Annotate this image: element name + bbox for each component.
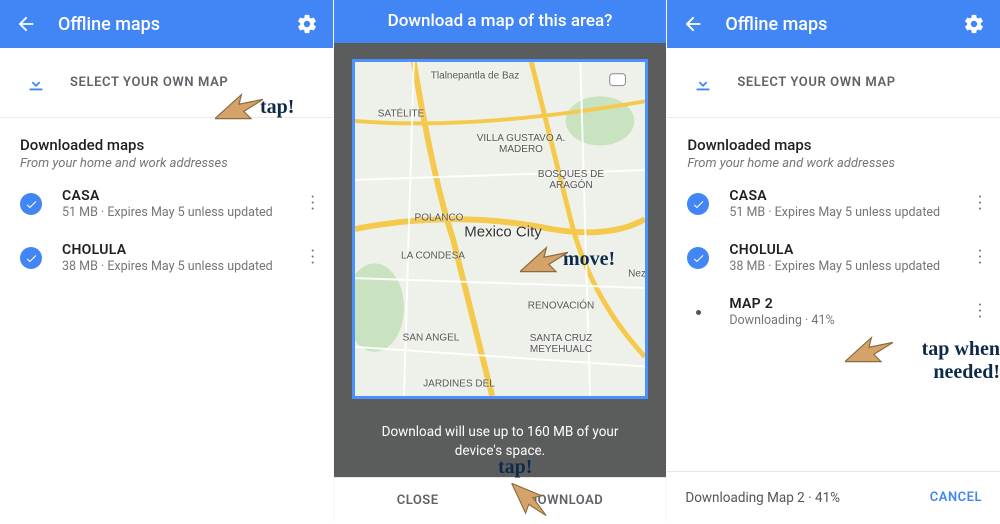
list-item[interactable]: CASA 51 MB · Expires May 5 unless update…: [0, 177, 333, 231]
map-name: CASA: [62, 188, 301, 204]
select-own-map-button[interactable]: SELECT YOUR OWN MAP: [0, 48, 333, 118]
map-meta: 38 MB · Expires May 5 unless updated: [729, 259, 968, 274]
map-meta: Downloading · 41%: [729, 313, 968, 328]
map-name: CASA: [729, 188, 968, 204]
list-item[interactable]: CHOLULA 38 MB · Expires May 5 unless upd…: [0, 231, 333, 285]
map-place-label: Tlalnepantla de Baz: [431, 70, 519, 81]
section-title: Downloaded maps: [687, 136, 980, 154]
download-icon: [20, 72, 52, 94]
dialog-actions: CLOSE DOWNLOAD: [334, 477, 667, 523]
map-meta: 51 MB · Expires May 5 unless updated: [62, 205, 301, 220]
map-place-label: SAN ANGEL: [403, 332, 460, 343]
select-own-map-label: SELECT YOUR OWN MAP: [737, 75, 895, 90]
overflow-menu-icon[interactable]: ···: [968, 249, 992, 267]
appbar-title: Offline maps: [58, 14, 295, 35]
screen-offline-maps-before: Offline maps SELECT YOUR OWN MAP Downloa…: [0, 0, 334, 523]
map-list: CASA 51 MB · Expires May 5 unless update…: [0, 177, 333, 285]
download-button[interactable]: DOWNLOAD: [529, 493, 604, 508]
map-place-label: POLANCO: [415, 212, 464, 223]
check-icon: [687, 247, 709, 269]
dialog-title: Download a map of this area?: [348, 11, 653, 31]
downloading-icon: [687, 301, 709, 323]
back-icon[interactable]: [681, 12, 705, 36]
select-own-map-label: SELECT YOUR OWN MAP: [70, 75, 228, 90]
map-place-label: JARDINES DEL: [423, 378, 495, 389]
download-status: Downloading Map 2 · 41%: [685, 490, 901, 506]
appbar-title: Offline maps: [725, 14, 962, 35]
map-viewport[interactable]: Tlalnepantla de Baz SATÉLITE VILLA GUSTAVO…: [352, 59, 648, 399]
downloaded-maps-section: Downloaded maps From your home and work …: [0, 118, 333, 177]
map-meta: 38 MB · Expires May 5 unless updated: [62, 259, 301, 274]
settings-icon[interactable]: [962, 12, 986, 36]
list-item[interactable]: CHOLULA 38 MB · Expires May 5 unless upd…: [667, 231, 1000, 285]
list-item[interactable]: MAP 2 Downloading · 41% ···: [667, 285, 1000, 339]
check-icon: [687, 193, 709, 215]
dialog-body: Tlalnepantla de Baz SATÉLITE VILLA GUSTAVO…: [334, 43, 667, 477]
map-name: CHOLULA: [729, 242, 968, 258]
back-icon[interactable]: [14, 12, 38, 36]
section-subtitle: From your home and work addresses: [687, 156, 980, 171]
overflow-menu-icon[interactable]: ···: [968, 195, 992, 213]
map-place-label: SATÉLITE: [378, 108, 425, 119]
storage-note: Download will use up to 160 MB of your d…: [350, 423, 651, 461]
downloaded-maps-section: Downloaded maps From your home and work …: [667, 118, 1000, 177]
overflow-menu-icon[interactable]: ···: [968, 303, 992, 321]
map-place-label: LA CONDESA: [401, 250, 465, 261]
map-city-label: Mexico City: [464, 223, 542, 240]
check-icon: [20, 247, 42, 269]
appbar: Offline maps: [0, 0, 333, 48]
map-name: CHOLULA: [62, 242, 301, 258]
appbar: Download a map of this area?: [334, 0, 667, 43]
map-name: MAP 2: [729, 296, 968, 312]
check-icon: [20, 193, 42, 215]
download-icon: [687, 72, 719, 94]
map-meta: 51 MB · Expires May 5 unless updated: [729, 205, 968, 220]
screen-offline-maps-downloading: Offline maps SELECT YOUR OWN MAP Downloa…: [667, 0, 1000, 523]
section-title: Downloaded maps: [20, 136, 313, 154]
overflow-menu-icon[interactable]: ···: [301, 195, 325, 213]
map-list: CASA 51 MB · Expires May 5 unless update…: [667, 177, 1000, 339]
map-place-label: SANTA CRUZ MEYEHUALC: [516, 333, 606, 355]
map-place-label: BOSQUES DE ARAGÓN: [531, 169, 611, 191]
map-place-label: Nez: [628, 268, 646, 279]
list-item[interactable]: CASA 51 MB · Expires May 5 unless update…: [667, 177, 1000, 231]
overflow-menu-icon[interactable]: ···: [301, 249, 325, 267]
close-button[interactable]: CLOSE: [397, 493, 439, 508]
map-place-label: RENOVACIÓN: [528, 300, 595, 311]
select-own-map-button[interactable]: SELECT YOUR OWN MAP: [667, 48, 1000, 118]
cancel-button[interactable]: CANCEL: [930, 490, 982, 505]
settings-icon[interactable]: [295, 12, 319, 36]
section-subtitle: From your home and work addresses: [20, 156, 313, 171]
appbar: Offline maps: [667, 0, 1000, 48]
map-place-label: VILLA GUSTAVO A. MADERO: [466, 133, 576, 155]
download-status-bar: Downloading Map 2 · 41% CANCEL: [667, 471, 1000, 523]
screen-download-area-dialog: Download a map of this area?: [334, 0, 668, 523]
